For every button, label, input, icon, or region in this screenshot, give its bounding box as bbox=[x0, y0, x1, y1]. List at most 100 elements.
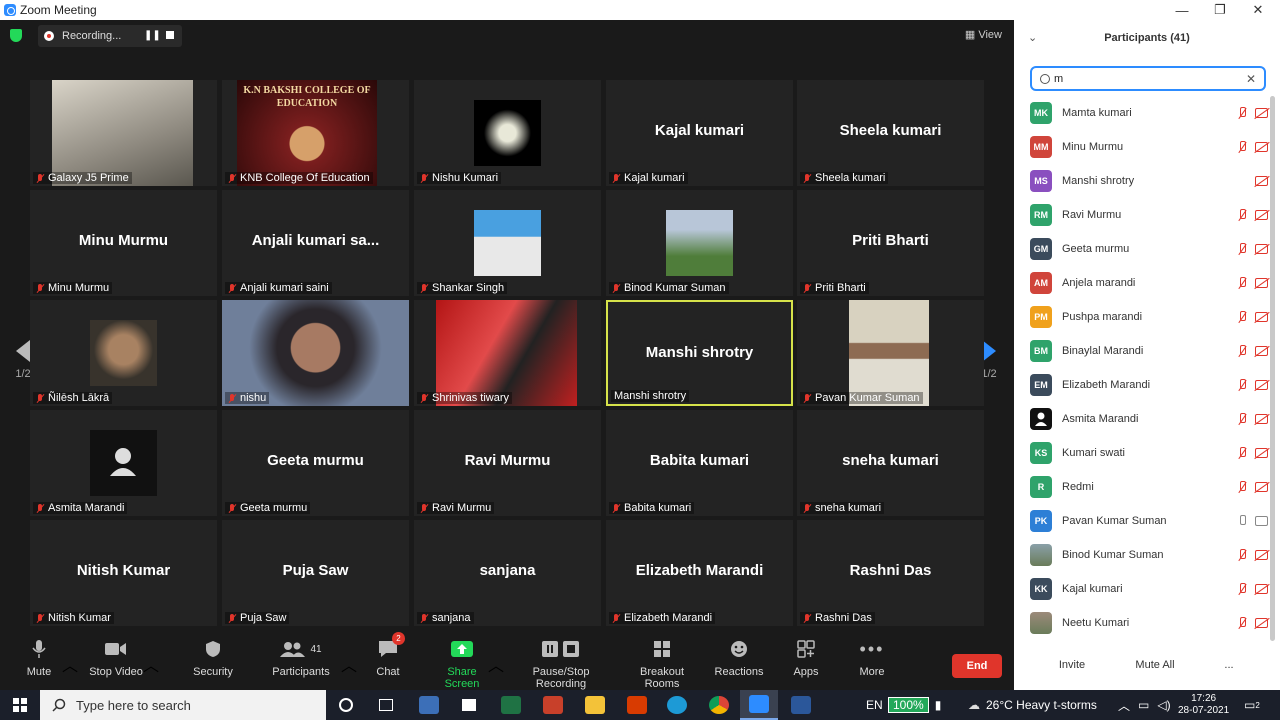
mic-muted-icon[interactable] bbox=[1237, 209, 1247, 221]
taskbar-app-explorer[interactable] bbox=[582, 690, 608, 720]
mic-muted-icon[interactable] bbox=[1237, 311, 1247, 323]
start-button[interactable] bbox=[0, 690, 40, 720]
video-tile[interactable]: Babita kumari Babita kumari bbox=[606, 410, 793, 516]
mic-muted-icon[interactable] bbox=[1237, 481, 1247, 493]
video-off-icon[interactable] bbox=[1255, 210, 1268, 220]
close-button[interactable]: ✕ bbox=[1238, 0, 1278, 20]
video-tile[interactable]: Rashni Das Rashni Das bbox=[797, 520, 984, 626]
invite-button[interactable]: Invite bbox=[1054, 654, 1090, 676]
taskbar-app-store[interactable] bbox=[456, 690, 482, 720]
video-tile[interactable]: Shrinivas tiwary bbox=[414, 300, 601, 406]
video-off-icon[interactable] bbox=[1255, 618, 1268, 628]
encryption-shield-icon[interactable] bbox=[10, 29, 22, 42]
taskbar-app-zoom[interactable] bbox=[740, 690, 778, 720]
mic-muted-icon[interactable] bbox=[1237, 107, 1247, 119]
participants-caret-icon[interactable]: ︿ bbox=[341, 652, 357, 676]
video-off-icon[interactable] bbox=[1255, 448, 1268, 458]
video-tile[interactable]: Puja Saw Puja Saw bbox=[222, 520, 409, 626]
participant-row[interactable]: BM Binaylal Marandi bbox=[1014, 334, 1274, 368]
share-screen-button[interactable]: Share Screen bbox=[430, 638, 494, 690]
task-view-button[interactable] bbox=[374, 690, 398, 720]
video-tile[interactable]: Priti Bharti Priti Bharti bbox=[797, 190, 984, 296]
participant-row[interactable]: R Redmi bbox=[1014, 470, 1274, 504]
participant-row[interactable]: EM Elizabeth Marandi bbox=[1014, 368, 1274, 402]
video-on-icon[interactable] bbox=[1255, 516, 1268, 526]
participant-row[interactable]: MM Minu Murmu bbox=[1014, 130, 1274, 164]
stop-video-button[interactable]: Stop Video bbox=[88, 638, 144, 688]
audio-options-caret-icon[interactable]: ︿ bbox=[62, 652, 78, 676]
participant-row[interactable]: KS Kumari swati bbox=[1014, 436, 1274, 470]
video-off-icon[interactable] bbox=[1255, 550, 1268, 560]
taskbar-search-box[interactable]: Type here to search bbox=[40, 690, 326, 720]
video-tile[interactable]: Kajal kumari Kajal kumari bbox=[606, 80, 793, 186]
mic-muted-icon[interactable] bbox=[1237, 447, 1247, 459]
taskbar-app-browser[interactable] bbox=[416, 690, 442, 720]
mic-muted-icon[interactable] bbox=[1237, 277, 1247, 289]
taskbar-app-chrome[interactable] bbox=[706, 690, 732, 720]
participant-row[interactable]: PK Pavan Kumar Suman bbox=[1014, 504, 1274, 538]
mic-muted-icon[interactable] bbox=[1237, 413, 1247, 425]
video-tile[interactable]: nishu bbox=[222, 300, 409, 406]
mic-muted-icon[interactable] bbox=[1237, 617, 1247, 629]
video-tile[interactable]: Geeta murmu Geeta murmu bbox=[222, 410, 409, 516]
video-off-icon[interactable] bbox=[1255, 482, 1268, 492]
video-tile[interactable]: Anjali kumari sa... Anjali kumari saini bbox=[222, 190, 409, 296]
battery-indicator[interactable]: 100% ▮ bbox=[888, 690, 941, 720]
video-tile[interactable]: Shankar Singh bbox=[414, 190, 601, 296]
chat-button[interactable]: 2 Chat bbox=[372, 632, 405, 688]
clear-search-icon[interactable]: ✕ bbox=[1246, 72, 1256, 86]
participant-row[interactable]: MK Mamta kumari bbox=[1014, 96, 1274, 130]
video-off-icon[interactable] bbox=[1255, 142, 1268, 152]
weather-widget[interactable]: ☁ 26°C Heavy t-storms bbox=[968, 690, 1097, 720]
stop-recording-icon[interactable] bbox=[166, 31, 174, 39]
participant-row[interactable]: KK Kajal kumari bbox=[1014, 572, 1274, 606]
pause-recording-icon[interactable]: ❚❚ bbox=[144, 31, 161, 41]
notification-center-button[interactable]: ▭ 2 bbox=[1244, 690, 1260, 720]
view-button[interactable]: ▦ View bbox=[965, 28, 1002, 41]
taskbar-app-word[interactable] bbox=[788, 690, 814, 720]
more-button[interactable]: ••• More bbox=[854, 638, 890, 688]
apps-button[interactable]: Apps bbox=[788, 638, 824, 688]
mic-muted-icon[interactable] bbox=[1237, 379, 1247, 391]
participant-row[interactable]: AM Anjela marandi bbox=[1014, 266, 1274, 300]
mute-all-button[interactable]: Mute All bbox=[1128, 654, 1182, 676]
mic-muted-icon[interactable] bbox=[1237, 583, 1247, 595]
video-tile[interactable]: Galaxy J5 Prime bbox=[30, 80, 217, 186]
mic-muted-icon[interactable] bbox=[1237, 345, 1247, 357]
participant-row[interactable]: GM Geeta murmu bbox=[1014, 232, 1274, 266]
maximize-button[interactable]: ❐ bbox=[1200, 0, 1240, 20]
clock[interactable]: 17:26 28-07-2021 bbox=[1178, 690, 1229, 720]
video-tile[interactable]: Pavan Kumar Suman bbox=[797, 300, 984, 406]
video-tile[interactable]: K.N BAKSHI COLLEGE OF EDUCATION KNB Colle… bbox=[222, 80, 409, 186]
pause-stop-recording-button[interactable]: Pause/Stop Recording bbox=[508, 638, 614, 690]
mic-muted-icon[interactable] bbox=[1237, 243, 1247, 255]
video-off-icon[interactable] bbox=[1255, 108, 1268, 118]
participant-row[interactable]: MS Manshi shrotry bbox=[1014, 164, 1274, 198]
panel-more-button[interactable]: ... bbox=[1220, 654, 1238, 676]
participant-row[interactable]: Binod Kumar Suman bbox=[1014, 538, 1274, 572]
video-off-icon[interactable] bbox=[1255, 584, 1268, 594]
video-tile[interactable]: Asmita Marandi bbox=[30, 410, 217, 516]
taskbar-app-office[interactable] bbox=[624, 690, 650, 720]
minimize-button[interactable]: — bbox=[1162, 0, 1202, 20]
participant-row[interactable]: Neetu Kumari bbox=[1014, 606, 1274, 640]
tray-icons[interactable]: ︿ ▭ ◁) bbox=[1118, 690, 1179, 720]
video-options-caret-icon[interactable]: ︿ bbox=[143, 652, 159, 676]
video-tile[interactable]: Elizabeth Marandi Elizabeth Marandi bbox=[606, 520, 793, 626]
video-off-icon[interactable] bbox=[1255, 278, 1268, 288]
share-options-caret-icon[interactable]: ︿ bbox=[488, 652, 504, 676]
video-off-icon[interactable] bbox=[1255, 380, 1268, 390]
video-tile[interactable]: Sheela kumari Sheela kumari bbox=[797, 80, 984, 186]
mic-muted-icon[interactable] bbox=[1237, 141, 1247, 153]
cortana-button[interactable] bbox=[334, 690, 358, 720]
end-meeting-button[interactable]: End bbox=[952, 654, 1002, 678]
language-indicator[interactable]: EN bbox=[866, 690, 883, 720]
video-off-icon[interactable] bbox=[1255, 346, 1268, 356]
video-off-icon[interactable] bbox=[1255, 312, 1268, 322]
participants-button[interactable]: 41 Participants bbox=[270, 638, 332, 688]
participant-row[interactable]: Asmita Marandi bbox=[1014, 402, 1274, 436]
taskbar-app-edge[interactable] bbox=[664, 690, 690, 720]
security-button[interactable]: Security bbox=[192, 638, 234, 688]
video-tile[interactable]: Ravi Murmu Ravi Murmu bbox=[414, 410, 601, 516]
mic-muted-icon[interactable] bbox=[1237, 549, 1247, 561]
